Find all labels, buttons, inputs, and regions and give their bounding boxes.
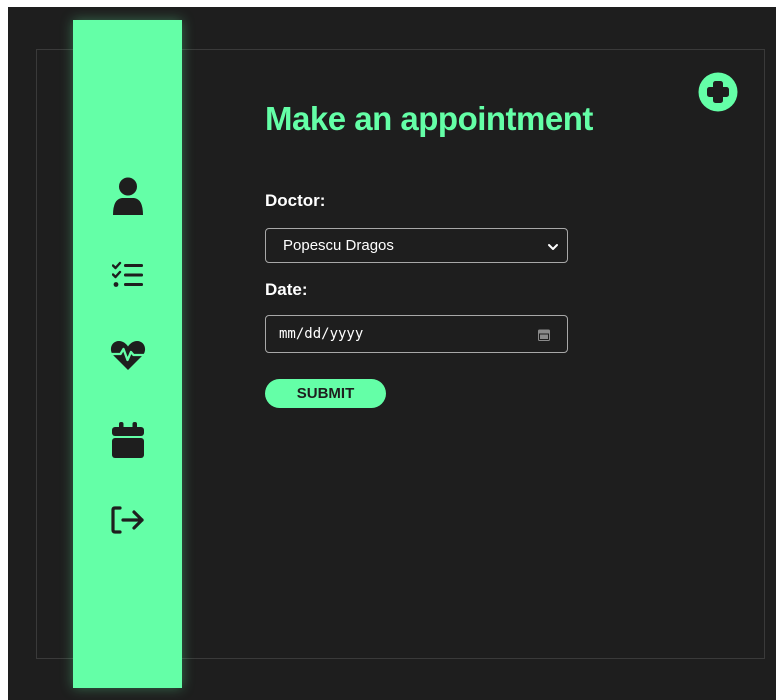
- chevron-down-icon: [547, 240, 559, 257]
- calendar-icon: [111, 422, 145, 458]
- heartbeat-icon: [110, 339, 146, 371]
- calendar-picker-icon[interactable]: [538, 329, 550, 345]
- date-placeholder: mm/dd/yyyy: [279, 326, 364, 342]
- sidebar-item-health[interactable]: [100, 333, 156, 377]
- logout-icon: [110, 504, 146, 536]
- doctor-select-value: Popescu Dragos: [283, 237, 394, 254]
- submit-button[interactable]: SUBMIT: [265, 379, 386, 408]
- doctor-label: Doctor:: [265, 191, 326, 210]
- date-label: Date:: [265, 280, 308, 299]
- sidebar-item-profile[interactable]: [100, 174, 156, 218]
- plus-circle-icon[interactable]: [698, 72, 738, 112]
- sidebar-item-appointments-list[interactable]: [100, 253, 156, 297]
- user-icon: [110, 176, 146, 216]
- checklist-icon: [112, 261, 144, 289]
- sidebar-item-calendar[interactable]: [100, 418, 156, 462]
- doctor-select[interactable]: Popescu Dragos: [265, 228, 568, 263]
- page-title: Make an appointment: [265, 100, 593, 137]
- sidebar: [73, 20, 182, 688]
- date-field[interactable]: mm/dd/yyyy: [265, 315, 568, 353]
- sidebar-item-logout[interactable]: [100, 498, 156, 542]
